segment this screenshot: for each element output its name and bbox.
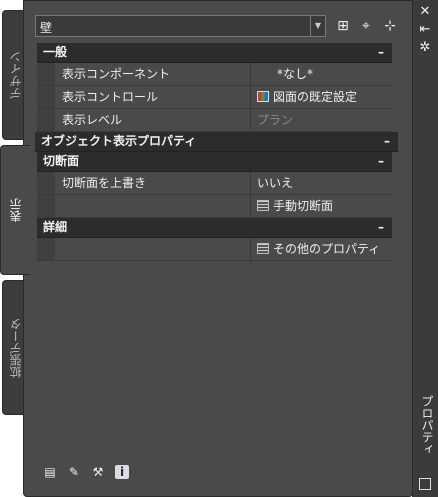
collapse-icon[interactable]: – (378, 43, 384, 62)
palette-icon (419, 478, 431, 490)
toggle-pickadd-icon[interactable]: ⊹ (380, 16, 400, 36)
object-type-value: 壁 (40, 21, 53, 35)
properties-palette: デザイン 表示 拡張データ 壁 ▼ ⊞ ⌖ ⊹ 一般 – 表示コンポーネント *… (0, 0, 438, 497)
settings-icon[interactable]: ✲ (418, 41, 432, 55)
property-name: 表示コントロール (55, 86, 251, 108)
tab-design-label: デザイン (9, 51, 23, 99)
section-general-header[interactable]: 一般 – (37, 43, 392, 63)
edit-properties-icon[interactable]: ✎ (67, 465, 81, 479)
section-cut-plane-header[interactable]: 切断面 – (37, 152, 392, 172)
tab-extended-data-label: 拡張データ (9, 317, 23, 378)
property-name (55, 238, 251, 260)
property-value: 図面の既定設定 (273, 90, 358, 104)
section-details-title: 詳細 (43, 220, 68, 234)
table-row[interactable]: 表示レベル プラン (37, 109, 392, 132)
row-gutter (37, 195, 55, 217)
edit-object-display-icon[interactable]: ▤ (43, 465, 57, 479)
auto-hide-icon[interactable]: ⇤ (418, 23, 432, 37)
collapse-icon[interactable]: – (378, 218, 384, 237)
table-row[interactable]: その他のプロパティ (37, 238, 392, 261)
property-value[interactable]: *なし* (252, 63, 392, 85)
table-row[interactable]: 表示コントロール 図面の既定設定 (37, 86, 392, 109)
property-value[interactable]: いいえ (252, 172, 392, 194)
property-name: 切断面を上書き (55, 172, 251, 194)
tab-display[interactable]: 表示 (0, 145, 30, 275)
section-details-header[interactable]: 詳細 – (37, 218, 392, 238)
object-type-select[interactable]: 壁 ▼ (35, 15, 326, 37)
collapse-icon[interactable]: – (384, 132, 390, 151)
row-gutter (37, 86, 55, 108)
palette-title: プロパティ (420, 395, 434, 455)
quick-select-icon[interactable]: ⊞ (333, 16, 353, 36)
row-gutter (37, 238, 55, 260)
chevron-down-icon[interactable]: ▼ (310, 16, 325, 36)
property-value: プラン (257, 113, 294, 127)
info-icon[interactable]: i (115, 465, 129, 479)
section-object-display-title: オブジェクト表示プロパティ (41, 134, 197, 148)
select-objects-icon[interactable]: ⌖ (356, 16, 376, 36)
property-name: 表示コンポーネント (55, 63, 251, 85)
table-row[interactable]: 手動切断面 (37, 195, 392, 218)
list-icon (257, 200, 269, 211)
table-row[interactable]: 表示コンポーネント *なし* (37, 63, 392, 86)
property-value-display-control[interactable]: 図面の既定設定 (252, 86, 392, 108)
display-control-icon (257, 91, 269, 102)
row-gutter (37, 63, 55, 85)
section-cut-plane-title: 切断面 (43, 154, 80, 168)
match-properties-icon[interactable]: ⚒ (91, 465, 105, 479)
row-gutter (37, 109, 55, 131)
section-object-display-header[interactable]: オブジェクト表示プロパティ – (35, 132, 398, 152)
close-icon[interactable]: ✕ (418, 5, 432, 19)
other-properties-button[interactable]: その他のプロパティ (252, 238, 392, 260)
row-gutter (37, 172, 55, 194)
list-icon (257, 243, 269, 254)
property-name (55, 195, 251, 217)
manual-cut-plane-button[interactable]: 手動切断面 (252, 195, 392, 217)
collapse-icon[interactable]: – (378, 152, 384, 171)
property-value: 手動切断面 (273, 199, 334, 213)
palette-title-bar[interactable]: ✕ ⇤ ✲ プロパティ (412, 0, 438, 497)
tab-display-label: 表示 (9, 198, 23, 222)
table-row[interactable]: 切断面を上書き いいえ (37, 172, 392, 195)
property-grid: 一般 – 表示コンポーネント *なし* 表示コントロール 図面の既定設定 表示レ… (35, 43, 398, 261)
property-name: 表示レベル (55, 109, 251, 131)
section-general-title: 一般 (43, 45, 68, 59)
property-value: その他のプロパティ (273, 242, 381, 256)
